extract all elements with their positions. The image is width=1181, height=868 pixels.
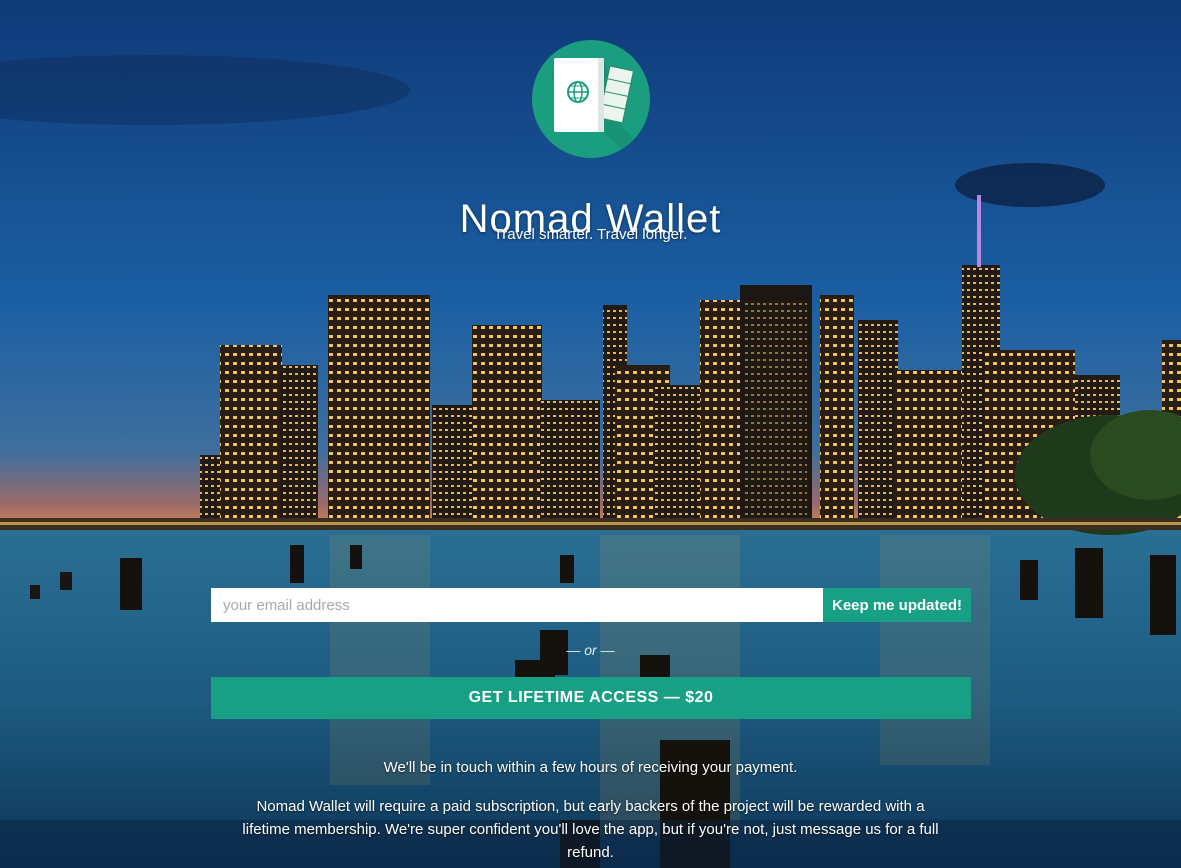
or-divider: — or — bbox=[566, 642, 615, 658]
landing-content: Nomad Wallet Travel smarter. Travel long… bbox=[0, 0, 1181, 868]
lifetime-access-button[interactable]: GET LIFETIME ACCESS — $20 bbox=[211, 677, 971, 719]
signup-form: Keep me updated! bbox=[211, 588, 971, 622]
app-logo bbox=[532, 40, 650, 158]
email-input[interactable] bbox=[211, 588, 823, 622]
passport-wallet-icon bbox=[552, 58, 650, 158]
keep-updated-button[interactable]: Keep me updated! bbox=[823, 588, 971, 622]
app-tagline: Travel smarter. Travel longer. bbox=[493, 226, 688, 243]
subscription-description: Nomad Wallet will require a paid subscri… bbox=[242, 798, 939, 861]
payment-notice: We'll be in touch within a few hours of … bbox=[383, 759, 798, 776]
